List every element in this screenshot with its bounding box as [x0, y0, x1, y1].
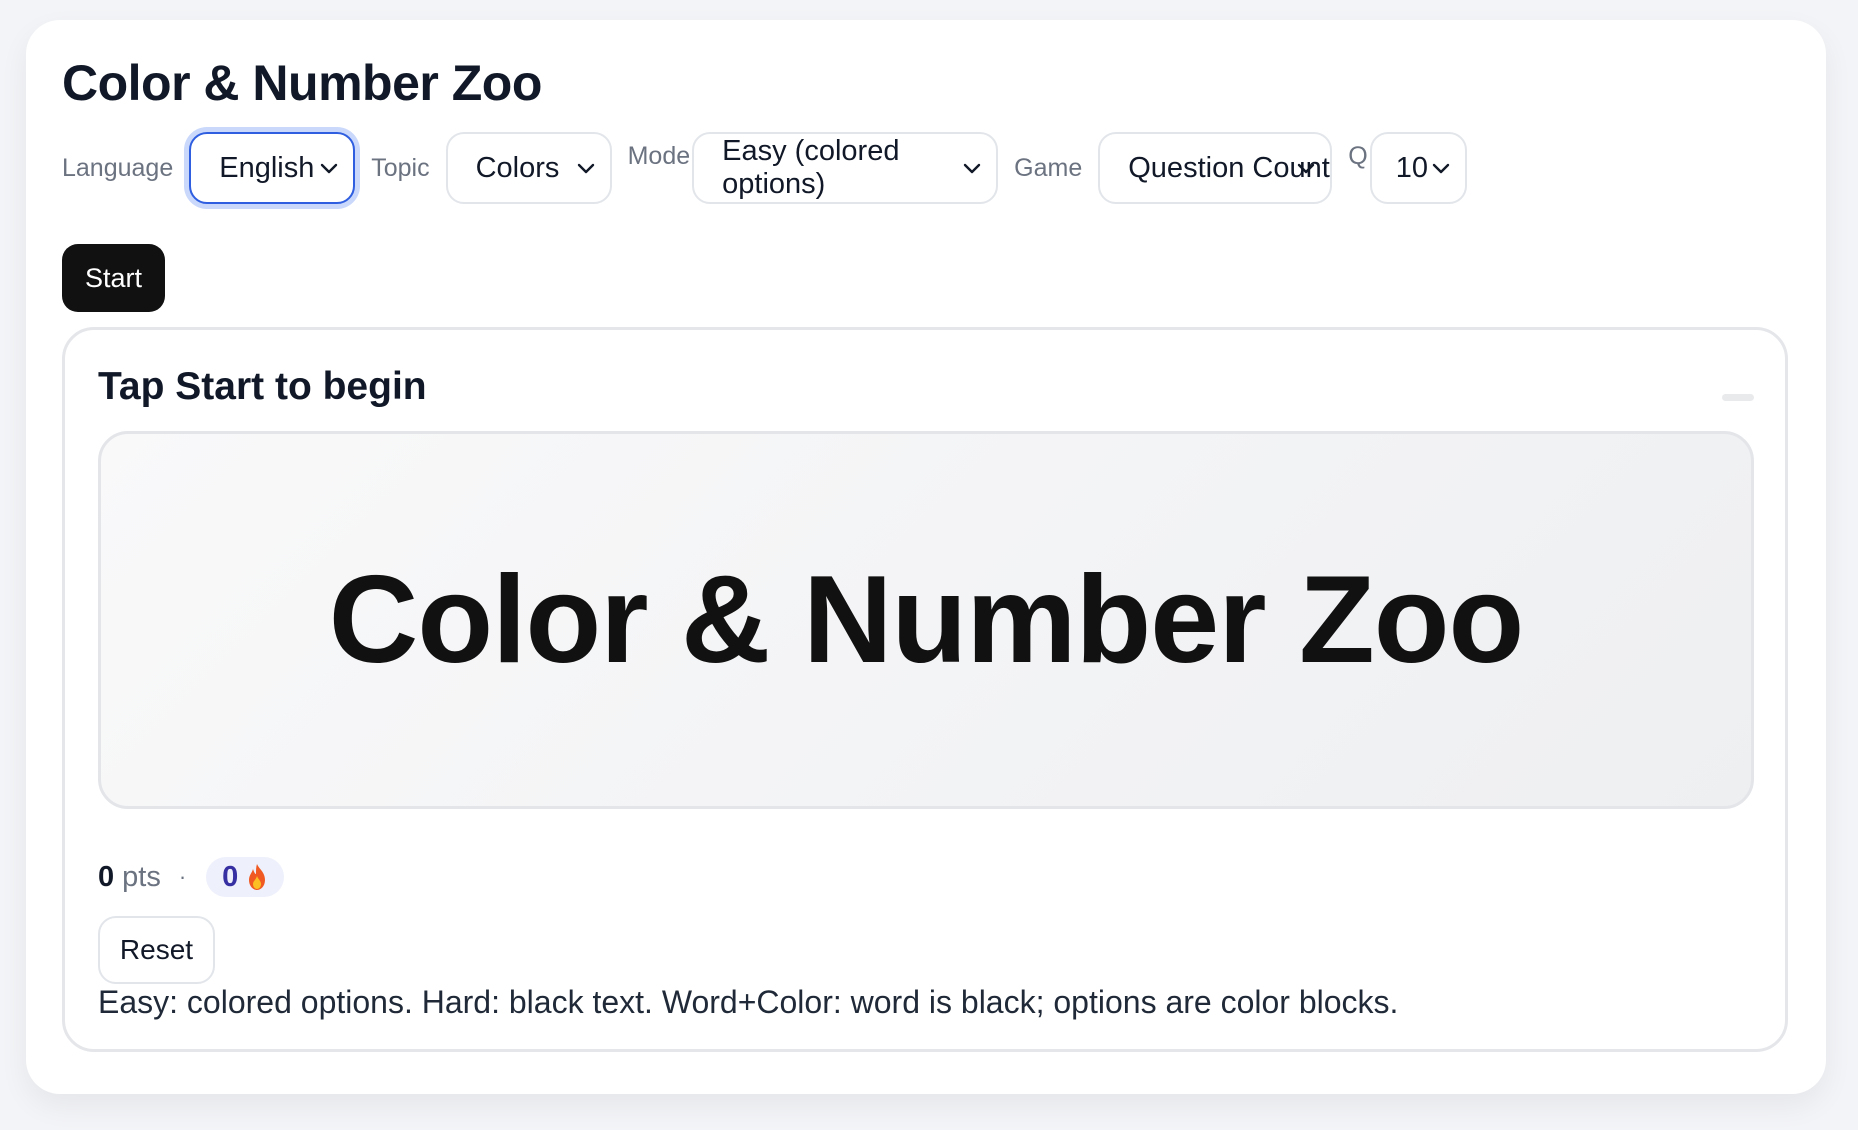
game-panel: Tap Start to begin Color & Number Zoo 0 … — [62, 327, 1788, 1052]
questions-label: Q — [1348, 142, 1368, 170]
streak-value: 0 — [222, 860, 239, 893]
language-select[interactable]: English — [189, 132, 356, 204]
chevron-down-icon — [1432, 163, 1449, 174]
mode-label: Mode — [627, 142, 691, 170]
mode-value: Easy (colored options) — [722, 135, 900, 200]
questions-value: 10 — [1395, 151, 1428, 184]
prompt-title: Tap Start to begin — [98, 365, 427, 408]
game-select[interactable]: Question Count — [1098, 132, 1333, 204]
start-button[interactable]: Start — [62, 244, 165, 312]
fire-icon — [249, 864, 266, 890]
chevron-down-icon — [577, 163, 594, 174]
game-label: Game — [1014, 153, 1083, 182]
question-stage: Color & Number Zoo — [98, 431, 1754, 809]
questions-select[interactable]: 10 — [1369, 132, 1467, 204]
mode-select[interactable]: Easy (colored options) — [692, 132, 999, 204]
stage-word: Color & Number Zoo — [328, 551, 1524, 689]
progress-indicator — [1722, 394, 1754, 401]
score-separator: · — [178, 864, 187, 889]
app-card: Color & Number Zoo Language English Topi… — [26, 20, 1826, 1094]
topic-label: Topic — [371, 153, 430, 182]
controls-bar: Language English Topic Colors Mode Easy … — [62, 132, 1483, 204]
app-title: Color & Number Zoo — [62, 55, 542, 111]
streak-badge: 0 — [206, 857, 285, 897]
chevron-down-icon — [321, 163, 338, 174]
topic-value: Colors — [475, 151, 560, 184]
chevron-down-icon — [1298, 163, 1315, 174]
help-text: Easy: colored options. Hard: black text.… — [98, 984, 1399, 1020]
topic-select[interactable]: Colors — [445, 132, 612, 204]
score-row: 0 pts · 0 — [98, 857, 285, 897]
score-value: 0 — [98, 860, 115, 893]
chevron-down-icon — [963, 163, 981, 174]
score-unit: pts — [122, 860, 161, 893]
reset-button[interactable]: Reset — [98, 916, 215, 984]
language-value: English — [219, 151, 315, 184]
language-label: Language — [62, 153, 174, 182]
